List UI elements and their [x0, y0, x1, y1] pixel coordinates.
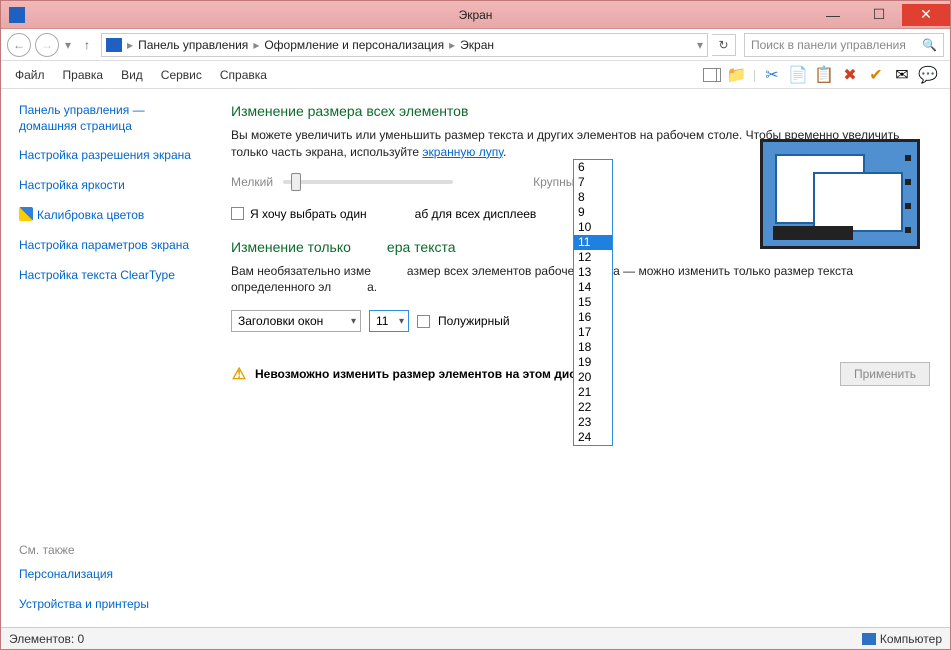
- size-option[interactable]: 11: [574, 235, 612, 250]
- size-slider[interactable]: [283, 180, 453, 184]
- breadcrumb-root[interactable]: Панель управления: [138, 38, 248, 52]
- sidebar-personalization[interactable]: Персонализация: [19, 567, 201, 583]
- preview-image: [760, 139, 920, 249]
- preview-pane-icon[interactable]: [703, 68, 721, 82]
- history-dropdown-icon[interactable]: ▾: [63, 38, 73, 52]
- checkbox-label-post: аб для всех дисплеев: [415, 207, 537, 221]
- size-option[interactable]: 22: [574, 400, 612, 415]
- delete-icon[interactable]: ✖: [840, 65, 860, 85]
- size-option[interactable]: 13: [574, 265, 612, 280]
- size-option[interactable]: 9: [574, 205, 612, 220]
- size-option[interactable]: 20: [574, 370, 612, 385]
- size-option[interactable]: 17: [574, 325, 612, 340]
- menu-file[interactable]: Файл: [7, 64, 53, 86]
- menu-view[interactable]: Вид: [113, 64, 151, 86]
- minimize-button[interactable]: —: [810, 4, 856, 26]
- status-items: Элементов: 0: [9, 632, 84, 646]
- chevron-right-icon: ▸: [124, 38, 136, 52]
- warning-text: Невозможно изменить размер элементов на …: [255, 367, 607, 381]
- size-option[interactable]: 21: [574, 385, 612, 400]
- main-panel: Изменение размера всех элементов Вы може…: [211, 89, 950, 627]
- size-option[interactable]: 23: [574, 415, 612, 430]
- sidebar: Панель управления — домашняя страница На…: [1, 89, 211, 627]
- copy-icon[interactable]: 📄: [788, 65, 808, 85]
- nav-toolbar: ← → ▾ ↑ ▸ Панель управления ▸ Оформление…: [1, 29, 950, 61]
- close-button[interactable]: ✕: [902, 4, 950, 26]
- chevron-right-icon: ▸: [446, 38, 458, 52]
- paste-icon[interactable]: 📋: [814, 65, 834, 85]
- size-option[interactable]: 16: [574, 310, 612, 325]
- statusbar: Элементов: 0 Компьютер: [1, 627, 950, 649]
- menu-service[interactable]: Сервис: [153, 64, 210, 86]
- breadcrumb[interactable]: ▸ Панель управления ▸ Оформление и персо…: [101, 33, 708, 57]
- checkbox-label-pre: Я хочу выбрать один: [250, 207, 367, 221]
- warning-icon: [231, 366, 247, 382]
- size-select[interactable]: 11: [369, 310, 409, 332]
- sidebar-calibrate[interactable]: Калибровка цветов: [19, 207, 201, 224]
- forward-button[interactable]: →: [35, 33, 59, 57]
- sidebar-cleartype[interactable]: Настройка текста ClearType: [19, 268, 201, 284]
- menubar: Файл Правка Вид Сервис Справка 📁 | ✂ 📄 📋…: [1, 61, 950, 89]
- slider-min-label: Мелкий: [231, 175, 273, 189]
- magnifier-link[interactable]: экранную лупу: [422, 145, 503, 159]
- folder-icon[interactable]: 📁: [727, 65, 747, 85]
- size-option[interactable]: 10: [574, 220, 612, 235]
- sidebar-params[interactable]: Настройка параметров экрана: [19, 238, 201, 254]
- window-frame: Экран — ☐ ✕ ← → ▾ ↑ ▸ Панель управления …: [0, 0, 951, 650]
- sidebar-brightness[interactable]: Настройка яркости: [19, 178, 201, 194]
- back-button[interactable]: ←: [7, 33, 31, 57]
- heading-resize-all: Изменение размера всех элементов: [231, 103, 930, 119]
- check-icon[interactable]: ✔: [866, 65, 886, 85]
- size-option[interactable]: 12: [574, 250, 612, 265]
- item-select[interactable]: Заголовки окон: [231, 310, 361, 332]
- bold-checkbox[interactable]: [417, 315, 430, 328]
- computer-icon: [862, 633, 876, 645]
- up-button[interactable]: ↑: [77, 35, 97, 55]
- refresh-button[interactable]: ↻: [712, 34, 736, 56]
- search-icon: 🔍: [922, 38, 937, 52]
- sidebar-home[interactable]: Панель управления — домашняя страница: [19, 103, 201, 134]
- slider-thumb[interactable]: [291, 173, 301, 191]
- size-option[interactable]: 19: [574, 355, 612, 370]
- size-option[interactable]: 14: [574, 280, 612, 295]
- app-icon: [9, 7, 25, 23]
- size-option[interactable]: 18: [574, 340, 612, 355]
- search-placeholder: Поиск в панели управления: [751, 38, 906, 52]
- chevron-right-icon: ▸: [250, 38, 262, 52]
- status-computer: Компьютер: [880, 632, 942, 646]
- titlebar: Экран — ☐ ✕: [1, 1, 950, 29]
- chat-icon[interactable]: 💬: [918, 65, 938, 85]
- bold-label: Полужирный: [438, 314, 510, 328]
- chevron-down-icon[interactable]: ▾: [697, 38, 703, 52]
- see-also-heading: См. также: [19, 543, 201, 557]
- size-dropdown-list[interactable]: 6789101112131415161718192021222324: [573, 159, 613, 446]
- size-option[interactable]: 8: [574, 190, 612, 205]
- maximize-button[interactable]: ☐: [856, 4, 902, 26]
- size-option[interactable]: 24: [574, 430, 612, 445]
- breadcrumb-mid[interactable]: Оформление и персонализация: [264, 38, 444, 52]
- search-input[interactable]: Поиск в панели управления 🔍: [744, 33, 944, 57]
- size-option[interactable]: 15: [574, 295, 612, 310]
- apply-button[interactable]: Применить: [840, 362, 930, 386]
- breadcrumb-leaf[interactable]: Экран: [460, 38, 494, 52]
- sidebar-resolution[interactable]: Настройка разрешения экрана: [19, 148, 201, 164]
- size-option[interactable]: 6: [574, 160, 612, 175]
- size-option[interactable]: 7: [574, 175, 612, 190]
- sidebar-devices[interactable]: Устройства и принтеры: [19, 597, 201, 613]
- menu-help[interactable]: Справка: [212, 64, 275, 86]
- computer-icon: [106, 38, 122, 52]
- single-scale-checkbox[interactable]: [231, 207, 244, 220]
- cut-icon[interactable]: ✂: [762, 65, 782, 85]
- window-title: Экран: [459, 8, 493, 22]
- mail-icon[interactable]: ✉: [892, 65, 912, 85]
- menu-edit[interactable]: Правка: [55, 64, 112, 86]
